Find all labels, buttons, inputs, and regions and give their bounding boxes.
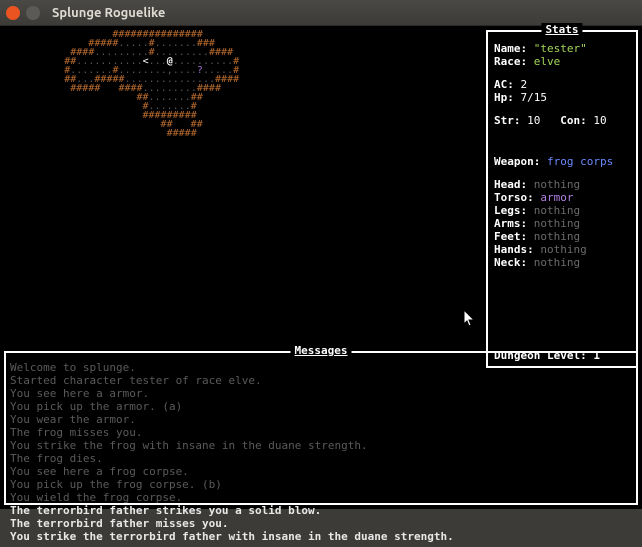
message-line: The terrorbird father strikes you a soli… (10, 504, 632, 517)
stats-panel: Stats Name: "tester" Race: elve AC: 2 Hp… (486, 30, 638, 368)
equip-slot: Arms: nothing (494, 217, 630, 230)
equip-slot: Hands: nothing (494, 243, 630, 256)
minimize-icon[interactable] (26, 6, 40, 20)
message-line: You wield the frog corpse. (10, 491, 632, 504)
close-icon[interactable] (6, 6, 20, 20)
message-line: You strike the frog with insane in the d… (10, 439, 632, 452)
stat-ac: AC: 2 (494, 78, 630, 91)
message-line: You pick up the frog corpse. (b) (10, 478, 632, 491)
message-line: You see here a frog corpse. (10, 465, 632, 478)
game-viewport[interactable]: ############### #####.....#.......### ##… (0, 26, 642, 509)
message-line: You see here a armor. (10, 387, 632, 400)
message-line: You strike the terrorbird father with in… (10, 530, 632, 543)
message-line: You pick up the armor. (a) (10, 400, 632, 413)
equip-slot: Legs: nothing (494, 204, 630, 217)
stat-weapon: Weapon: frog corps (494, 155, 630, 168)
map-row: ##### (4, 129, 482, 138)
equip-slot: Feet: nothing (494, 230, 630, 243)
window-title: Splunge Roguelike (52, 6, 165, 20)
dungeon-map[interactable]: ############### #####.....#.......### ##… (4, 30, 482, 350)
equip-slot: Neck: nothing (494, 256, 630, 269)
message-line: You wear the armor. (10, 413, 632, 426)
equip-slot: Torso: armor (494, 191, 630, 204)
messages-panel: Messages Welcome to splunge.Started char… (4, 351, 638, 505)
stat-strcon: Str: 10 Con: 10 (494, 114, 630, 127)
message-line: The terrorbird father misses you. (10, 517, 632, 530)
equip-slot: Head: nothing (494, 178, 630, 191)
message-line: Started character tester of race elve. (10, 374, 632, 387)
message-line: The frog dies. (10, 452, 632, 465)
message-line: The frog misses you. (10, 426, 632, 439)
stat-hp: Hp: 7/15 (494, 91, 630, 104)
message-line: Welcome to splunge. (10, 361, 632, 374)
messages-title: Messages (291, 344, 352, 357)
stat-race: Race: elve (494, 55, 630, 68)
stat-name: Name: "tester" (494, 42, 630, 55)
